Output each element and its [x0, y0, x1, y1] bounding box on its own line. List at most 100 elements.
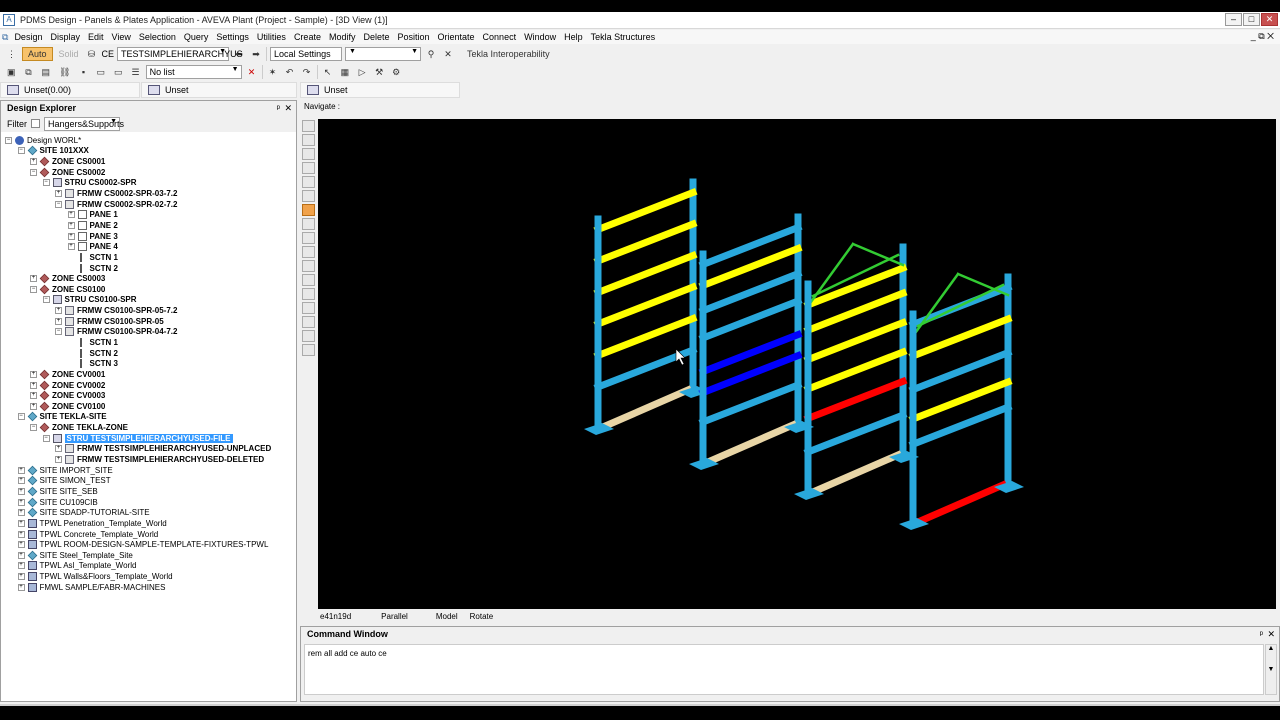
tree-node[interactable]: SCTN 3 [1, 358, 296, 369]
tree-node[interactable]: + ZONE CV0001 [1, 369, 296, 380]
window-2-icon[interactable]: ▭ [111, 65, 126, 79]
menu-item-utilities[interactable]: Utilities [253, 32, 290, 42]
tree-node[interactable]: − SITE 101XXX [1, 146, 296, 157]
expand-icon[interactable]: + [17, 519, 25, 527]
tree-node[interactable]: + SITE SIMON_TEST [1, 476, 296, 487]
3d-canvas[interactable] [318, 119, 1276, 609]
pin-icon[interactable]: ᵖ [1260, 627, 1263, 641]
tree-node[interactable]: − ZONE CS0100 [1, 284, 296, 295]
window-icon[interactable]: ▭ [93, 65, 108, 79]
tree-node[interactable]: + SITE SITE_SEB [1, 486, 296, 497]
magnify-minus-icon[interactable] [302, 190, 315, 202]
collapse-icon[interactable]: − [30, 285, 37, 293]
tree-node[interactable]: − SITE TEKLA-SITE [1, 412, 296, 423]
tree-node[interactable]: SCTN 2 [1, 263, 296, 274]
tree-node[interactable]: + FMWL SAMPLE/FABR-MACHINES [1, 582, 296, 593]
command-output[interactable]: rem all add ce auto ce [304, 644, 1264, 695]
wand-icon[interactable]: ✶ [266, 65, 280, 79]
tree-node[interactable]: − Design WORL* [1, 135, 296, 146]
frame-beam[interactable] [593, 313, 698, 361]
doc-tab-left[interactable]: Unset(0.00) [0, 82, 140, 98]
menu-item-design[interactable]: Design [12, 32, 46, 42]
menu-item-edit[interactable]: Edit [84, 32, 108, 42]
expand-icon[interactable]: + [17, 551, 25, 559]
expand-icon[interactable]: + [55, 317, 62, 325]
tree-node[interactable]: + TPWL ROOM-DESIGN-SAMPLE-TEMPLATE-FIXTUR… [1, 539, 296, 550]
expand-icon[interactable]: + [17, 562, 25, 570]
pan-icon[interactable] [302, 162, 315, 174]
tree-node[interactable]: + SITE Steel_Template_Site [1, 550, 296, 561]
expand-icon[interactable]: + [17, 498, 25, 506]
collapse-icon[interactable]: − [17, 147, 25, 155]
fly-icon[interactable] [302, 260, 315, 272]
menu-item-connect[interactable]: Connect [479, 32, 521, 42]
expand-icon[interactable]: + [67, 243, 75, 251]
tree-node[interactable]: + SITE SDADP-TUTORIAL-SITE [1, 507, 296, 518]
expand-icon[interactable]: + [30, 370, 37, 378]
rotate-icon[interactable] [302, 204, 315, 216]
filter-checkbox[interactable] [31, 119, 40, 128]
close-panel-icon[interactable]: ✕ [1267, 627, 1275, 641]
expand-icon[interactable]: + [17, 530, 25, 538]
tree-node[interactable]: − ZONE CS0002 [1, 167, 296, 178]
tree-node[interactable]: + PANE 4 [1, 241, 296, 252]
3d-model-scene[interactable] [318, 119, 1276, 609]
solid-button[interactable]: Solid [56, 47, 82, 61]
redo-icon[interactable]: ↷ [300, 65, 314, 79]
close-button[interactable]: ✕ [1261, 13, 1278, 26]
undo-icon[interactable]: ↶ [283, 65, 297, 79]
tree-node[interactable]: + SITE CU109CIB [1, 497, 296, 508]
auto-button[interactable]: Auto [22, 47, 53, 61]
settings-secondary-combo[interactable]: ▼ ▼ [345, 47, 422, 61]
expand-icon[interactable]: + [17, 509, 25, 517]
tool-icon[interactable]: ⚒ [372, 65, 386, 79]
move-icon[interactable] [302, 218, 315, 230]
frame-beam[interactable] [593, 219, 698, 266]
collapse-icon[interactable]: − [42, 179, 50, 187]
collapse-icon[interactable]: − [30, 168, 37, 176]
view-1-icon[interactable] [302, 302, 315, 314]
expand-icon[interactable]: + [55, 307, 62, 315]
expand-icon[interactable]: + [17, 477, 25, 485]
magnify-icon[interactable] [302, 176, 315, 188]
tree-node[interactable]: SCTN 2 [1, 348, 296, 359]
tree-node[interactable]: SCTN 1 [1, 252, 296, 263]
frame-beam[interactable] [698, 330, 803, 377]
menu-item-query[interactable]: Query [180, 32, 213, 42]
tree-node[interactable]: + FRMW TESTSIMPLEHIERARCHYUSED-UNPLACED [1, 444, 296, 455]
mdi-window-controls[interactable]: _ ⧉ ✕ [1251, 31, 1274, 42]
tree-node[interactable]: + SITE IMPORT_SITE [1, 465, 296, 476]
axes-icon[interactable] [302, 232, 315, 244]
view-4-icon[interactable] [302, 344, 315, 356]
collapse-icon[interactable]: − [5, 136, 12, 144]
frame-beam[interactable] [803, 410, 908, 457]
clear-icon[interactable]: ✕ [441, 47, 455, 61]
tree-node[interactable]: + ZONE CV0100 [1, 401, 296, 412]
play-icon[interactable]: ▷ [355, 65, 369, 79]
collapse-icon[interactable]: − [55, 328, 62, 336]
collapse-icon[interactable]: − [42, 434, 50, 442]
close-panel-icon[interactable]: ✕ [284, 101, 292, 115]
expand-icon[interactable]: + [17, 573, 25, 581]
save-icon[interactable]: ▣ [4, 65, 19, 79]
tree-node[interactable]: − FRMW CS0002-SPR-02-7.2 [1, 199, 296, 210]
doc-tab-right[interactable]: Unset [300, 82, 460, 98]
settings-combo[interactable]: Local Settings [270, 47, 343, 61]
clip-icon[interactable] [302, 274, 315, 286]
refresh-icon[interactable] [302, 288, 315, 300]
menu-item-view[interactable]: View [107, 32, 134, 42]
frame-base-beam[interactable] [598, 385, 693, 432]
collapse-icon[interactable]: − [55, 200, 62, 208]
forward-arrow-icon[interactable]: ➡ [249, 47, 263, 61]
ce-combo[interactable]: TESTSIMPLEHIERARCHYUS ▼ [117, 47, 243, 61]
disk-icon[interactable]: ▪ [76, 65, 90, 79]
collapse-icon[interactable]: − [42, 296, 50, 304]
tree-node[interactable]: − FRMW CS0100-SPR-04-7.2 [1, 327, 296, 338]
maximize-button[interactable]: □ [1243, 13, 1260, 26]
tree-node[interactable]: + ZONE CV0003 [1, 390, 296, 401]
tree-node[interactable]: + PANE 3 [1, 231, 296, 242]
tree-node[interactable]: + TPWL Walls&Floors_Template_World [1, 571, 296, 582]
tree-node[interactable]: + TPWL Penetration_Template_World [1, 518, 296, 529]
zoom-in-icon[interactable] [302, 120, 315, 132]
menu-item-window[interactable]: Window [520, 32, 560, 42]
